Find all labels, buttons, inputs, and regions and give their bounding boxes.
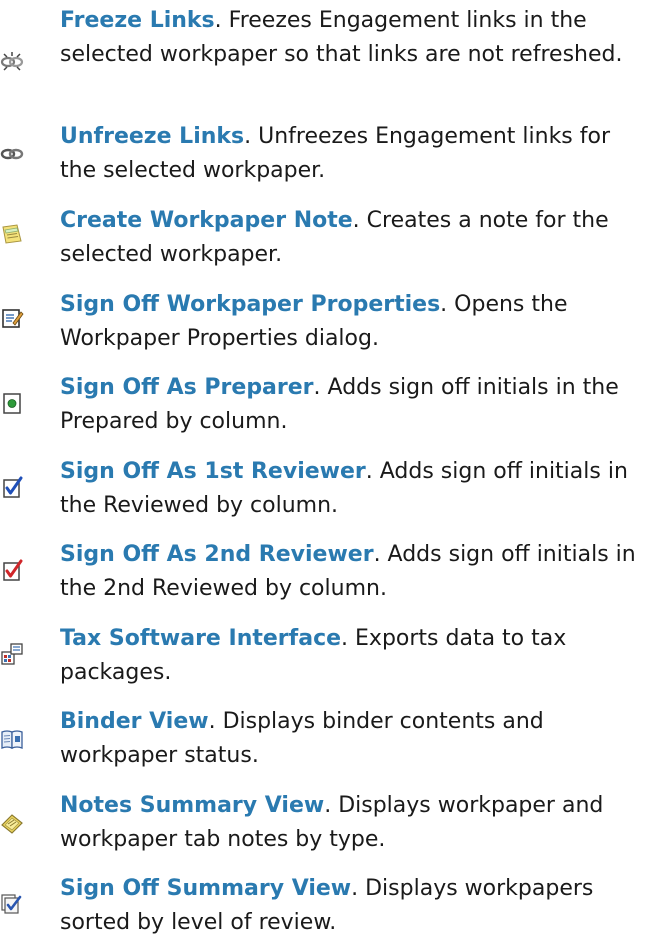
unfreeze-links-icon [0,142,24,166]
item-text: Binder View. Displays binder contents an… [60,705,646,773]
title-separator: . [341,626,349,651]
item-text: Notes Summary View. Displays workpaper a… [60,789,646,857]
item-text: Create Workpaper Note. Creates a note fo… [60,204,646,272]
item-text: Sign Off As 2nd Reviewer. Adds sign off … [60,538,646,606]
item-text: Tax Software Interface. Exports data to … [60,622,646,690]
title-separator: . [373,542,381,567]
notes-summary-icon [0,811,24,835]
item-text: Freeze Links. Freezes Engagement links i… [60,4,646,72]
freeze-links-title: Freeze Links [60,8,215,33]
notes-summary-view-title: Notes Summary View [60,793,325,818]
sign-off-summary-view-title: Sign Off Summary View [60,876,352,901]
item-text: Sign Off Summary View. Displays workpape… [60,872,646,940]
title-separator: . [214,8,222,33]
workpaper-properties-icon [0,306,24,330]
unfreeze-links-title: Unfreeze Links [60,124,245,149]
binder-view-icon [0,727,24,751]
workpaper-note-icon [0,222,24,246]
binder-view-title: Binder View [60,709,209,734]
signoff-summary-icon [0,892,24,916]
title-separator: . [313,375,321,400]
tax-software-interface-title: Tax Software Interface [60,626,342,651]
title-separator: . [352,208,360,233]
sign-off-2nd-reviewer-title: Sign Off As 2nd Reviewer [60,542,374,567]
first-reviewer-check-icon [0,475,24,499]
create-workpaper-note-title: Create Workpaper Note [60,208,353,233]
item-text: Unfreeze Links. Unfreezes Engagement lin… [60,120,646,188]
freeze-links-icon [0,50,24,74]
item-text: Sign Off Workpaper Properties. Opens the… [60,288,646,356]
workpaper-properties-title: Sign Off Workpaper Properties [60,292,441,317]
second-reviewer-check-icon [0,558,24,582]
sign-off-preparer-title: Sign Off As Preparer [60,375,314,400]
item-text: Sign Off As 1st Reviewer. Adds sign off … [60,455,646,523]
sign-off-1st-reviewer-title: Sign Off As 1st Reviewer [60,459,366,484]
item-text: Sign Off As Preparer. Adds sign off init… [60,371,646,439]
preparer-signoff-icon [0,391,24,415]
title-separator: . [365,459,373,484]
title-separator: . [208,709,216,734]
tax-software-icon [0,642,24,666]
